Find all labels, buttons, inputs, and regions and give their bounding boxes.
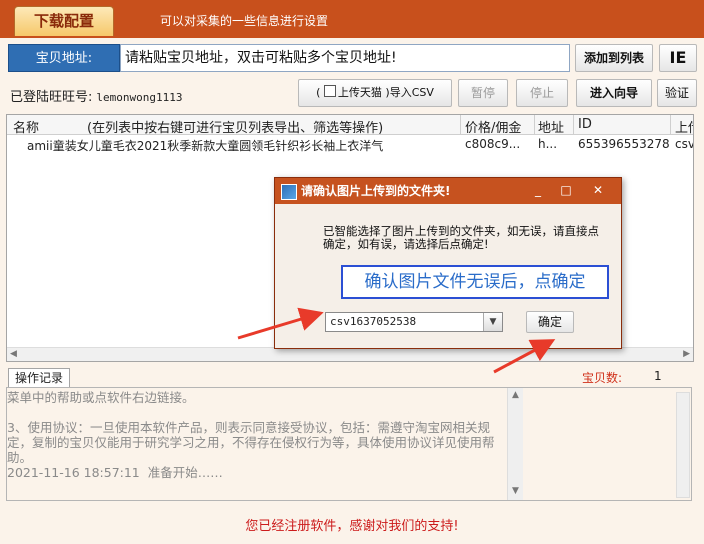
annotation-arrows xyxy=(237,307,556,374)
arrow-to-folder-icon xyxy=(237,307,324,340)
arrow-to-ok-icon xyxy=(493,339,556,374)
